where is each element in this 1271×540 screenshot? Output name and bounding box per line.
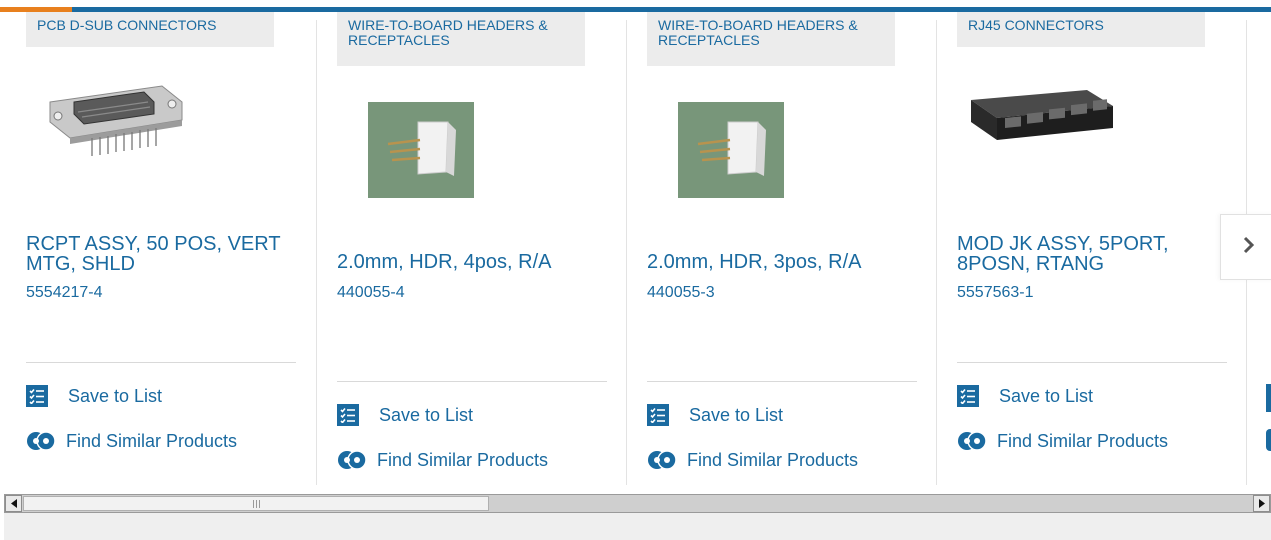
part-number[interactable]: 5557563-1	[957, 284, 1034, 302]
gear-icon	[335, 448, 369, 472]
find-similar-button[interactable]: Find Similar Products	[957, 429, 1168, 453]
list-icon	[337, 404, 359, 426]
scroll-left-button[interactable]	[5, 495, 22, 512]
divider	[26, 362, 296, 363]
list-icon[interactable]	[1266, 384, 1271, 412]
product-title[interactable]: RCPT ASSY, 50 POS, VERT MTG, SHLD	[26, 234, 296, 274]
find-similar-label: Find Similar Products	[687, 449, 859, 470]
save-to-list-button[interactable]: Save to List	[957, 385, 1093, 407]
category-label[interactable]: PCB D-SUB CONNECTORS	[26, 12, 274, 47]
save-to-list-label: Save to List	[689, 404, 784, 425]
gear-icon[interactable]	[1266, 429, 1271, 451]
horizontal-scrollbar[interactable]	[4, 494, 1271, 513]
save-to-list-button[interactable]: Save to List	[647, 404, 783, 426]
gear-icon	[645, 448, 679, 472]
category-label[interactable]: WIRE-TO-BOARD HEADERS & RECEPTACLES	[647, 12, 895, 66]
divider	[337, 381, 607, 382]
save-to-list-button[interactable]: Save to List	[337, 404, 473, 426]
product-image[interactable]	[32, 80, 192, 170]
list-icon	[957, 385, 979, 407]
product-carousel: PCB D-SUB CONNECTORS RCPT ASSY, 50 POS, …	[0, 12, 1271, 492]
scroll-right-button[interactable]	[1253, 495, 1270, 512]
category-label[interactable]: WIRE-TO-BOARD HEADERS & RECEPTACLES	[337, 12, 585, 66]
product-title[interactable]: 2.0mm, HDR, 3pos, R/A	[647, 252, 917, 272]
gear-icon	[24, 429, 58, 453]
divider	[957, 362, 1227, 363]
product-card: PCB D-SUB CONNECTORS RCPT ASSY, 50 POS, …	[26, 12, 296, 467]
save-to-list-label: Save to List	[999, 385, 1094, 406]
bottom-panel	[4, 513, 1271, 540]
gear-icon	[955, 429, 989, 453]
list-icon	[26, 385, 48, 407]
find-similar-button[interactable]: Find Similar Products	[337, 448, 548, 472]
find-similar-label: Find Similar Products	[997, 430, 1169, 451]
list-icon	[647, 404, 669, 426]
save-to-list-label: Save to List	[379, 404, 474, 425]
divider	[647, 381, 917, 382]
product-image[interactable]	[967, 88, 1117, 148]
arrow-left-icon	[10, 495, 18, 513]
part-number[interactable]: 5554217-4	[26, 284, 103, 302]
find-similar-button[interactable]: Find Similar Products	[26, 429, 237, 453]
find-similar-button[interactable]: Find Similar Products	[647, 448, 858, 472]
save-to-list-button[interactable]: Save to List	[26, 385, 162, 407]
product-image[interactable]	[368, 102, 474, 198]
part-number[interactable]: 440055-3	[647, 284, 715, 302]
part-number[interactable]: 440055-4	[337, 284, 405, 302]
scrollbar-thumb[interactable]	[23, 496, 489, 511]
arrow-right-icon	[1258, 495, 1266, 513]
product-title[interactable]: MOD JK ASSY, 5PORT, 8POSN, RTANG	[957, 234, 1227, 274]
product-card: RJ45 CONNECTORS MOD JK ASSY, 5PORT, 8POS…	[936, 12, 1227, 485]
find-similar-label: Find Similar Products	[66, 430, 238, 451]
product-card: WIRE-TO-BOARD HEADERS & RECEPTACLES 2.0m…	[626, 12, 917, 485]
find-similar-label: Find Similar Products	[377, 449, 549, 470]
product-title[interactable]: 2.0mm, HDR, 4pos, R/A	[337, 252, 607, 272]
chevron-right-icon	[1242, 236, 1256, 259]
save-to-list-label: Save to List	[68, 385, 163, 406]
category-label[interactable]: RJ45 CONNECTORS	[957, 12, 1205, 47]
next-button[interactable]	[1220, 214, 1271, 280]
product-card: WIRE-TO-BOARD HEADERS & RECEPTACLES 2.0m…	[316, 12, 607, 485]
grip-icon	[252, 499, 260, 508]
product-image[interactable]	[678, 102, 784, 198]
